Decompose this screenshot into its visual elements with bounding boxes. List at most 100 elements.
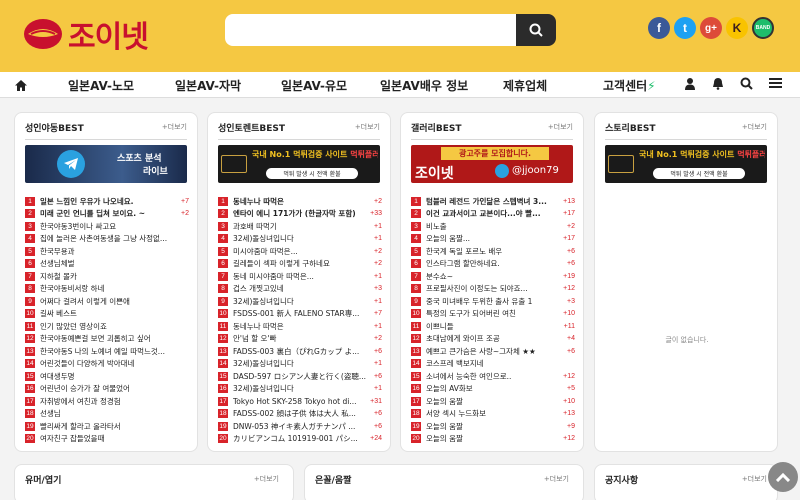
post-title[interactable]: 어린것들이 다양하게 박아대네	[40, 358, 189, 369]
search-icon[interactable]	[740, 77, 753, 90]
post-title[interactable]: DASD-597 ロシアン人妻と行く(盗聴...	[233, 371, 371, 382]
post-title[interactable]: 자취방에서 여친과 정경험	[40, 396, 189, 407]
list-item[interactable]: 16 어린년이 승가가 잘 여물었어	[25, 383, 189, 396]
post-title[interactable]: FSDSS-001 新人 FALENO STAR専...	[233, 308, 371, 319]
post-title[interactable]: 일본 느낌인 우유가 나오네요.	[40, 196, 178, 207]
list-item[interactable]: 1 일본 느낌인 우유가 나오네요. +7	[25, 195, 189, 208]
list-item[interactable]: 20 カリビアンコム 101919-001 パシ... +24	[218, 433, 382, 446]
post-title[interactable]: 오늘의 AV화보	[426, 383, 564, 394]
post-title[interactable]: 동네누나 따먹은	[233, 321, 371, 332]
list-item[interactable]: 15 DASD-597 ロシアン人妻と行く(盗聴... +6	[218, 370, 382, 383]
list-item[interactable]: 2 엔타이 에니 171가가 (한글자막 포함) +33	[218, 208, 382, 221]
post-title[interactable]: 집에 놀러온 사촌여동생을 그냥 사정없...	[40, 233, 189, 244]
nav-item-support[interactable]: 고객센터⚡	[603, 77, 656, 94]
post-title[interactable]: 32세)돌싱녀입니다	[233, 358, 371, 369]
post-title[interactable]: FADSS-002 顔は子供 体は大人 私...	[233, 408, 371, 419]
list-item[interactable]: 7 동네 미시야줌마 따먹은... +1	[218, 270, 382, 283]
user-icon[interactable]	[684, 77, 696, 90]
post-title[interactable]: 미래 군인 언니를 딥쳐 보이요. ~	[40, 208, 178, 219]
post-title[interactable]: 한국야동3번이나 싸고요	[40, 221, 189, 232]
list-item[interactable]: 6 인스타그램 할만하네요. +6	[411, 258, 575, 271]
list-item[interactable]: 12 초대남에게 와이프 조공 +4	[411, 333, 575, 346]
post-title[interactable]: 오늘의 움짤...	[426, 233, 560, 244]
list-item[interactable]: 11 인기 많았던 영상이죠	[25, 320, 189, 333]
more-link[interactable]: +더보기	[742, 122, 767, 132]
more-link[interactable]: +더보기	[254, 474, 279, 484]
post-title[interactable]: 어린년이 승가가 잘 여물었어	[40, 383, 189, 394]
post-title[interactable]: FADSS-003 裏白（ぴれGカップ よ...	[233, 346, 371, 357]
post-title[interactable]: カリビアンコム 101919-001 パシ...	[233, 433, 367, 444]
list-item[interactable]: 10 FSDSS-001 新人 FALENO STAR専... +7	[218, 308, 382, 321]
nav-item-av-umo[interactable]: 일본AV-유모	[281, 77, 347, 94]
post-title[interactable]: 선생님체벌	[40, 258, 189, 269]
post-title[interactable]: 여대생두명	[40, 371, 189, 382]
list-item[interactable]: 14 32세)돌싱녀입니다 +1	[218, 358, 382, 371]
post-title[interactable]: 32세)돌싱녀입니다	[233, 383, 371, 394]
list-item[interactable]: 2 이건 교과서이고 교본이다...야 빨... +17	[411, 208, 575, 221]
scroll-to-top-button[interactable]	[768, 462, 798, 492]
post-title[interactable]: 미시야줌마 따먹은...	[233, 246, 371, 257]
advertise-banner[interactable]: 광고주를 모집합니다. 조이넷 @jjoon79	[411, 145, 573, 183]
search-button[interactable]	[516, 14, 556, 46]
list-item[interactable]: 7 분수쇼~ +19	[411, 270, 575, 283]
list-item[interactable]: 1 텀블러 레전드 가인닮은 스텝벽녀 3... +13	[411, 195, 575, 208]
list-item[interactable]: 11 동네누나 따먹은 +1	[218, 320, 382, 333]
post-title[interactable]: 지하철 몰카	[40, 271, 189, 282]
list-item[interactable]: 20 오늘의 움짤 +12	[411, 433, 575, 446]
post-title[interactable]: 오늘의 움짤	[426, 433, 560, 444]
bell-icon[interactable]	[712, 77, 724, 90]
more-link[interactable]: +더보기	[548, 122, 573, 132]
list-item[interactable]: 14 코스프레 백보지네	[411, 358, 575, 371]
list-item[interactable]: 15 여대생두명	[25, 370, 189, 383]
post-title[interactable]: 오늘의 움짤	[426, 421, 564, 432]
list-item[interactable]: 17 오늘의 움짤 +10	[411, 395, 575, 408]
search-input[interactable]	[225, 14, 516, 46]
post-title[interactable]: 32세)돌싱녀입니다	[233, 296, 371, 307]
google-plus-icon[interactable]: g+	[700, 17, 722, 39]
list-item[interactable]: 17 자취방에서 여친과 정경험	[25, 395, 189, 408]
list-item[interactable]: 15 소녀에서 능숙한 여인으로.. +12	[411, 370, 575, 383]
menu-icon[interactable]	[769, 77, 782, 89]
post-title[interactable]: 한국계 독일 포르노 배우	[426, 246, 564, 257]
post-title[interactable]: 분수쇼~	[426, 271, 560, 282]
more-link[interactable]: +더보기	[355, 122, 380, 132]
list-item[interactable]: 1 동네누나 따먹은 +2	[218, 195, 382, 208]
list-item[interactable]: 18 서양 섹시 누드화보 +13	[411, 408, 575, 421]
mtplus-banner[interactable]: 국내 No.1 먹튀검증 사이트 먹튀플러스 먹튀 발생 시 전액 환불	[218, 145, 380, 183]
list-item[interactable]: 7 지하철 몰카	[25, 270, 189, 283]
post-title[interactable]: 인스타그램 할만하네요.	[426, 258, 564, 269]
site-logo[interactable]: 조이넷	[22, 10, 149, 58]
list-item[interactable]: 5 미시야줌마 따먹은... +2	[218, 245, 382, 258]
list-item[interactable]: 5 한국계 독일 포르노 배우 +6	[411, 245, 575, 258]
post-title[interactable]: 한국야동예쁜걸 보면 괴롭히고 싶어	[40, 333, 189, 344]
facebook-icon[interactable]: f	[648, 17, 670, 39]
post-title[interactable]: 동네누나 따먹은	[233, 196, 371, 207]
list-item[interactable]: 4 오늘의 움짤... +17	[411, 233, 575, 246]
nav-item-av-actress[interactable]: 일본AV배우 정보	[380, 77, 468, 94]
post-title[interactable]: 어쩌다 걸려서 이렇게 이쁜애	[40, 296, 189, 307]
post-title[interactable]: 특정의 도구가 되어버린 여친	[426, 308, 560, 319]
post-title[interactable]: 소녀에서 능숙한 여인으로..	[426, 371, 560, 382]
list-item[interactable]: 19 빨리싸게 할라고 올라타서	[25, 420, 189, 433]
mtplus-banner[interactable]: 국내 No.1 먹튀검증 사이트 먹튀플러스 먹튀 발생 시 전액 환불	[605, 145, 767, 183]
list-item[interactable]: 16 32세)돌싱녀입니다 +1	[218, 383, 382, 396]
list-item[interactable]: 4 32세)돌싱녀입니다 +1	[218, 233, 382, 246]
post-title[interactable]: 오늘의 움짤	[426, 396, 560, 407]
list-item[interactable]: 10 특정의 도구가 되어버린 여친 +10	[411, 308, 575, 321]
post-title[interactable]: 초대남에게 와이프 조공	[426, 333, 564, 344]
post-title[interactable]: 32세)돌싱녀입니다	[233, 233, 371, 244]
post-title[interactable]: 한국야동비서랑 하네	[40, 283, 189, 294]
list-item[interactable]: 8 프로필사진이 이정도는 되야죠... +12	[411, 283, 575, 296]
post-title[interactable]: 서양 섹시 누드화보	[426, 408, 560, 419]
post-title[interactable]: 프로필사진이 이정도는 되야죠...	[426, 283, 560, 294]
list-item[interactable]: 14 어린것들이 다양하게 박아대네	[25, 358, 189, 371]
post-title[interactable]: 과호배 따먹기	[233, 221, 371, 232]
list-item[interactable]: 8 겁스 개찟고있네 +3	[218, 283, 382, 296]
list-item[interactable]: 13 FADSS-003 裏白（ぴれGカップ よ... +6	[218, 345, 382, 358]
post-title[interactable]: 한국무용과	[40, 246, 189, 257]
post-title[interactable]: 비노출	[426, 221, 564, 232]
list-item[interactable]: 3 한국야동3번이나 싸고요	[25, 220, 189, 233]
post-title[interactable]: 한국야동S 나의 노예녀 예일 따먹느것...	[40, 346, 189, 357]
list-item[interactable]: 18 FADSS-002 顔は子供 体は大人 私... +6	[218, 408, 382, 421]
list-item[interactable]: 2 미래 군인 언니를 딥쳐 보이요. ~ +2	[25, 208, 189, 221]
